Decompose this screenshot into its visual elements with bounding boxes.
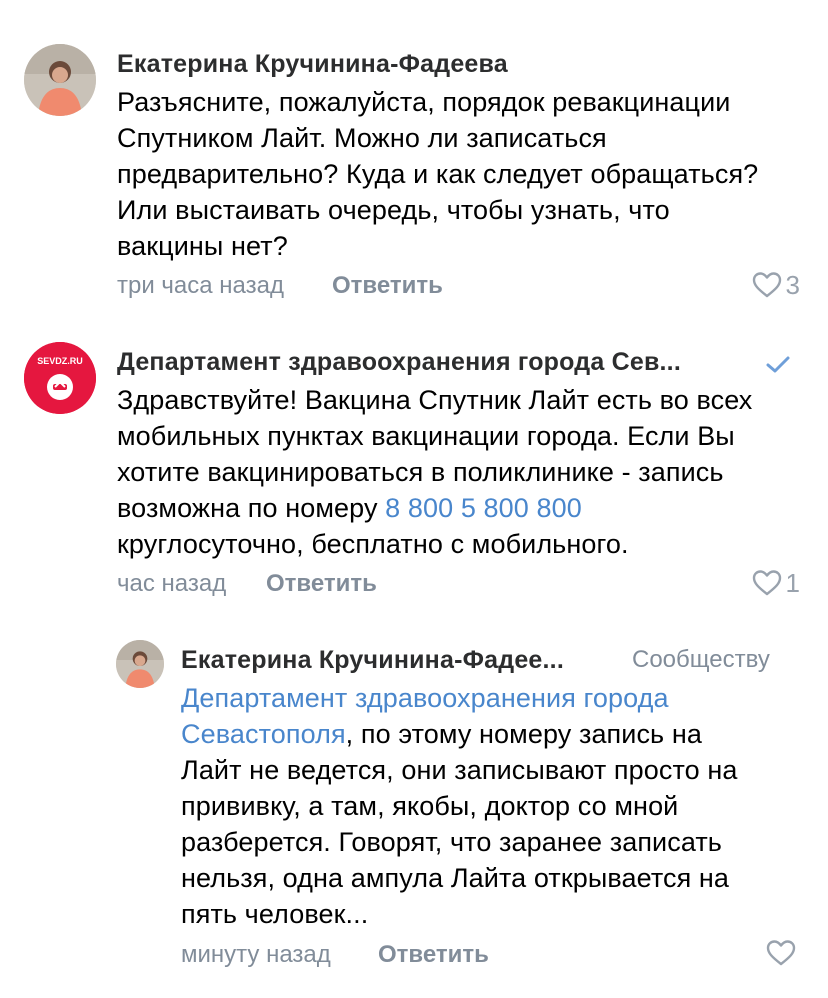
comment-text: Здравствуйте! Вакцина Спутник Лайт есть … (117, 382, 817, 562)
comment-text-line: прививку, а там, якобы, доктор со мной (181, 791, 679, 821)
comment-text-line: Лайт не ведется, они записывают просто н… (181, 755, 738, 785)
reply-button[interactable]: Ответить (378, 940, 489, 970)
comment-author[interactable]: Екатерина Кручинина-Фадее... (181, 644, 621, 676)
department-logo-icon (24, 342, 96, 414)
comment-text: Департамент здравоохранения города Севас… (181, 680, 821, 932)
comment-timestamp: три часа назад (117, 272, 284, 299)
comment-text-line: нельзя, одна ампула Лайта открывается на (181, 863, 730, 893)
user-avatar[interactable] (24, 44, 96, 116)
comment-text-line: Здравствуйте! Вакцина Спутник Лайт есть … (117, 385, 753, 415)
phone-link[interactable]: 8 800 5 800 800 (385, 493, 582, 523)
comment-text-line: Разъясните, пожалуйста, порядок ревакцин… (117, 87, 731, 117)
like-button[interactable] (766, 939, 800, 967)
comment-text-line: Спутником Лайт. Можно ли записаться (117, 123, 607, 153)
comment-author[interactable]: Екатерина Кручинина-Фадеева (117, 48, 508, 80)
reply-button[interactable]: Ответить (332, 271, 443, 301)
verified-check-icon (766, 356, 790, 373)
reply-button[interactable]: Ответить (266, 569, 377, 599)
heart-icon (766, 940, 796, 966)
user-photo-icon (24, 44, 96, 116)
comment-author[interactable]: Департамент здравоохранения города Сев..… (117, 346, 757, 378)
like-count: 3 (785, 270, 800, 300)
user-photo-icon (116, 640, 164, 688)
comment-text-fragment: , по этому номеру запись на (345, 719, 702, 749)
mention-link[interactable]: Департамент здравоохранения города (181, 680, 821, 716)
reply-target[interactable]: Сообществу (632, 644, 770, 676)
comment-3-reply: Екатерина Кручинина-Фадее... Сообществу … (0, 620, 828, 998)
comment-timestamp: час назад (117, 570, 227, 597)
comment-text-line: вакцины нет? (117, 231, 288, 261)
comment-text-line: Севастополя, по этому номеру запись на (181, 716, 821, 752)
like-count: 1 (785, 568, 800, 598)
comment-text-line: предварительно? Куда и как следует обращ… (117, 159, 759, 189)
comment-2: SEVDZ.RU Департамент здравоохранения гор… (0, 320, 828, 620)
like-button[interactable]: 1 (752, 568, 800, 598)
comment-text-line: круглосуточно, бесплатно с мобильного. (117, 529, 629, 559)
comment-text-line: мобильных пунктах вакцинации города. Есл… (117, 421, 735, 451)
comment-text-fragment: возможна по номеру (117, 493, 386, 523)
heart-icon (752, 570, 781, 596)
comment-text: Разъясните, пожалуйста, порядок ревакцин… (117, 84, 817, 264)
department-avatar[interactable]: SEVDZ.RU (24, 342, 96, 414)
comment-text-line: Или выстаивать очередь, чтобы узнать, чт… (117, 195, 670, 225)
comment-text-line: хотите вакцинироваться в поликлинике - з… (117, 457, 724, 487)
comment-text-line: разберется. Говорят, что заранее записат… (181, 827, 722, 857)
comment-1: Екатерина Кручинина-Фадеева Разъясните, … (0, 0, 828, 320)
heart-icon (752, 272, 781, 298)
comment-timestamp: минуту назад (181, 941, 331, 968)
comment-text-line: пять человек... (181, 899, 369, 929)
comment-text-line: возможна по номеру 8 800 5 800 800 (117, 490, 817, 526)
mention-link[interactable]: Севастополя (181, 719, 346, 749)
department-avatar-text: SEVDZ.RU (37, 356, 83, 366)
user-avatar[interactable] (116, 640, 164, 688)
like-button[interactable]: 3 (752, 270, 800, 300)
